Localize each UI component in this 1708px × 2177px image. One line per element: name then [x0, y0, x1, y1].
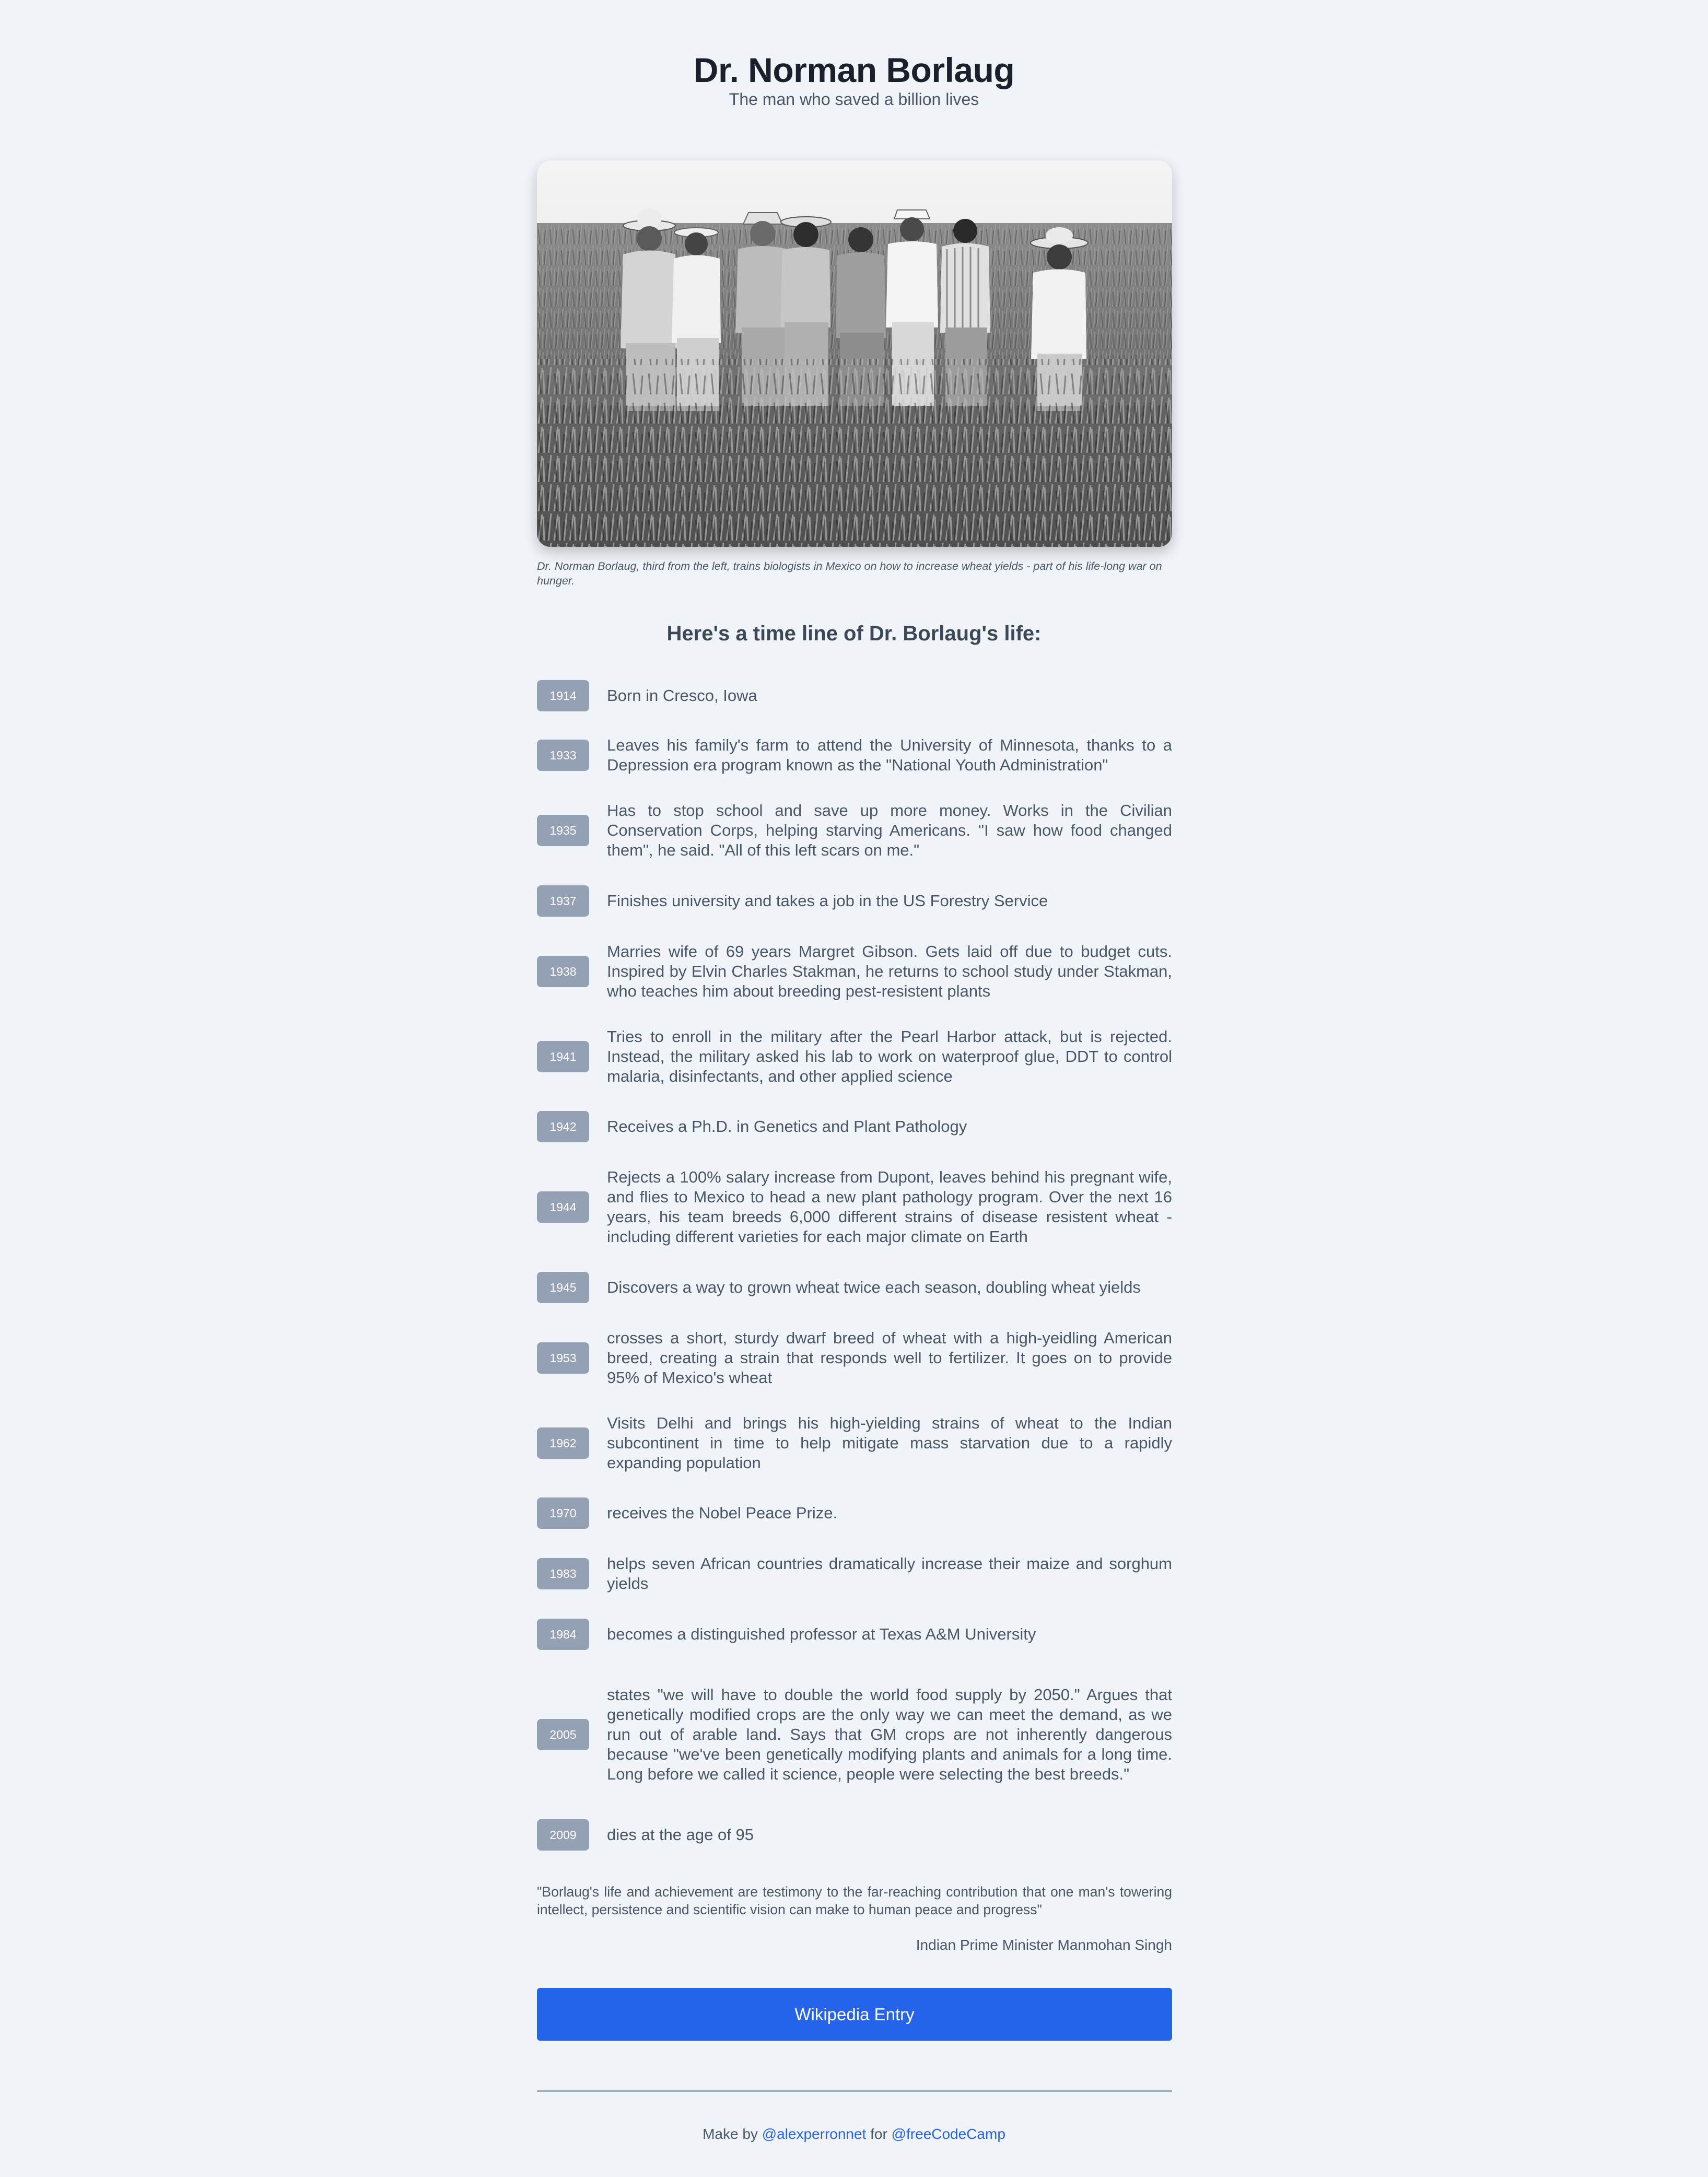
- photo-caption: Dr. Norman Borlaug, third from the left,…: [537, 560, 1162, 587]
- timeline-item: 1962 Visits Delhi and brings his high-yi…: [537, 1413, 1172, 1473]
- event-text: Rejects a 100% salary increase from Dupo…: [607, 1168, 1172, 1246]
- year-badge: 1937: [537, 885, 589, 917]
- page-subtitle: The man who saved a billion lives: [729, 90, 979, 109]
- event-text: Receives a Ph.D. in Genetics and Plant P…: [607, 1117, 967, 1136]
- timeline-item: 1953 crosses a short, sturdy dwarf breed…: [537, 1328, 1172, 1388]
- timeline-item: 1937 Finishes university and takes a job…: [537, 885, 1172, 917]
- tribute-page: Dr. Norman Borlaug The man who saved a b…: [0, 0, 1708, 2177]
- event-text: Tries to enroll in the military after th…: [607, 1027, 1172, 1085]
- event-text: Born in Cresco, Iowa: [607, 686, 757, 705]
- event-text: Leaves his family's farm to attend the U…: [607, 736, 1172, 774]
- event-text: Has to stop school and save up more mone…: [607, 801, 1172, 859]
- timeline-item: 1935 Has to stop school and save up more…: [537, 801, 1172, 860]
- timeline-item: 2005 states "we will have to double the …: [537, 1675, 1172, 1794]
- timeline-item: 1914 Born in Cresco, Iowa: [537, 680, 1172, 711]
- year-badge: 1983: [537, 1558, 589, 1589]
- timeline-item: 1933 Leaves his family's farm to attend …: [537, 735, 1172, 775]
- event-text: becomes a distinguished professor at Tex…: [607, 1625, 1036, 1643]
- timeline-item: 1944 Rejects a 100% salary increase from…: [537, 1167, 1172, 1247]
- year-badge: 1914: [537, 680, 589, 711]
- footer-middle: for: [870, 2126, 887, 2142]
- footer-divider: [537, 2090, 1172, 2092]
- timeline-item: 2009 dies at the age of 95: [537, 1819, 1172, 1851]
- timeline-item: 1941 Tries to enroll in the military aft…: [537, 1027, 1172, 1086]
- year-badge: 1941: [537, 1041, 589, 1072]
- year-badge: 1953: [537, 1342, 589, 1374]
- year-badge: 1984: [537, 1619, 589, 1650]
- year-badge: 1945: [537, 1272, 589, 1303]
- footer-prefix: Make by: [703, 2126, 758, 2142]
- year-badge: 1933: [537, 740, 589, 771]
- event-text: Visits Delhi and brings his high-yieldin…: [607, 1414, 1172, 1472]
- event-text: Marries wife of 69 years Margret Gibson.…: [607, 942, 1172, 1000]
- event-text: receives the Nobel Peace Prize.: [607, 1504, 838, 1522]
- timeline-item: 1942 Receives a Ph.D. in Genetics and Pl…: [537, 1111, 1172, 1142]
- timeline-item: 1984 becomes a distinguished professor a…: [537, 1619, 1172, 1650]
- freecodecamp-link[interactable]: @freeCodeCamp: [892, 2126, 1005, 2142]
- year-badge: 1944: [537, 1191, 589, 1223]
- year-badge: 1935: [537, 815, 589, 846]
- event-text: Discovers a way to grown wheat twice eac…: [607, 1278, 1141, 1296]
- timeline-heading: Here's a time line of Dr. Borlaug's life…: [666, 622, 1042, 645]
- tribute-quote: "Borlaug's life and achievement are test…: [537, 1884, 1172, 1917]
- event-text: dies at the age of 95: [607, 1825, 754, 1844]
- author-link[interactable]: @alexperronnet: [762, 2126, 867, 2142]
- timeline-item: 1938 Marries wife of 69 years Margret Gi…: [537, 942, 1172, 1001]
- event-text: states "we will have to double the world…: [607, 1686, 1172, 1783]
- year-badge: 2005: [537, 1719, 589, 1750]
- event-text: crosses a short, sturdy dwarf breed of w…: [607, 1329, 1172, 1387]
- event-text: Finishes university and takes a job in t…: [607, 892, 1048, 910]
- year-badge: 1962: [537, 1427, 589, 1459]
- year-badge: 1942: [537, 1111, 589, 1142]
- year-badge: 1970: [537, 1497, 589, 1529]
- wikipedia-entry-button[interactable]: Wikipedia Entry: [537, 1988, 1172, 2041]
- page-title: Dr. Norman Borlaug: [693, 51, 1015, 89]
- tribute-photo: [537, 160, 1172, 547]
- year-badge: 2009: [537, 1819, 589, 1851]
- timeline-item: 1945 Discovers a way to grown wheat twic…: [537, 1272, 1172, 1303]
- year-badge: 1938: [537, 956, 589, 987]
- event-text: helps seven African countries dramatical…: [607, 1554, 1172, 1593]
- quote-author: Indian Prime Minister Manmohan Singh: [916, 1937, 1172, 1953]
- footer: Make by @alexperronnet for @freeCodeCamp: [0, 2125, 1708, 2144]
- timeline-item: 1983 helps seven African countries drama…: [537, 1554, 1172, 1594]
- timeline-item: 1970 receives the Nobel Peace Prize.: [537, 1497, 1172, 1529]
